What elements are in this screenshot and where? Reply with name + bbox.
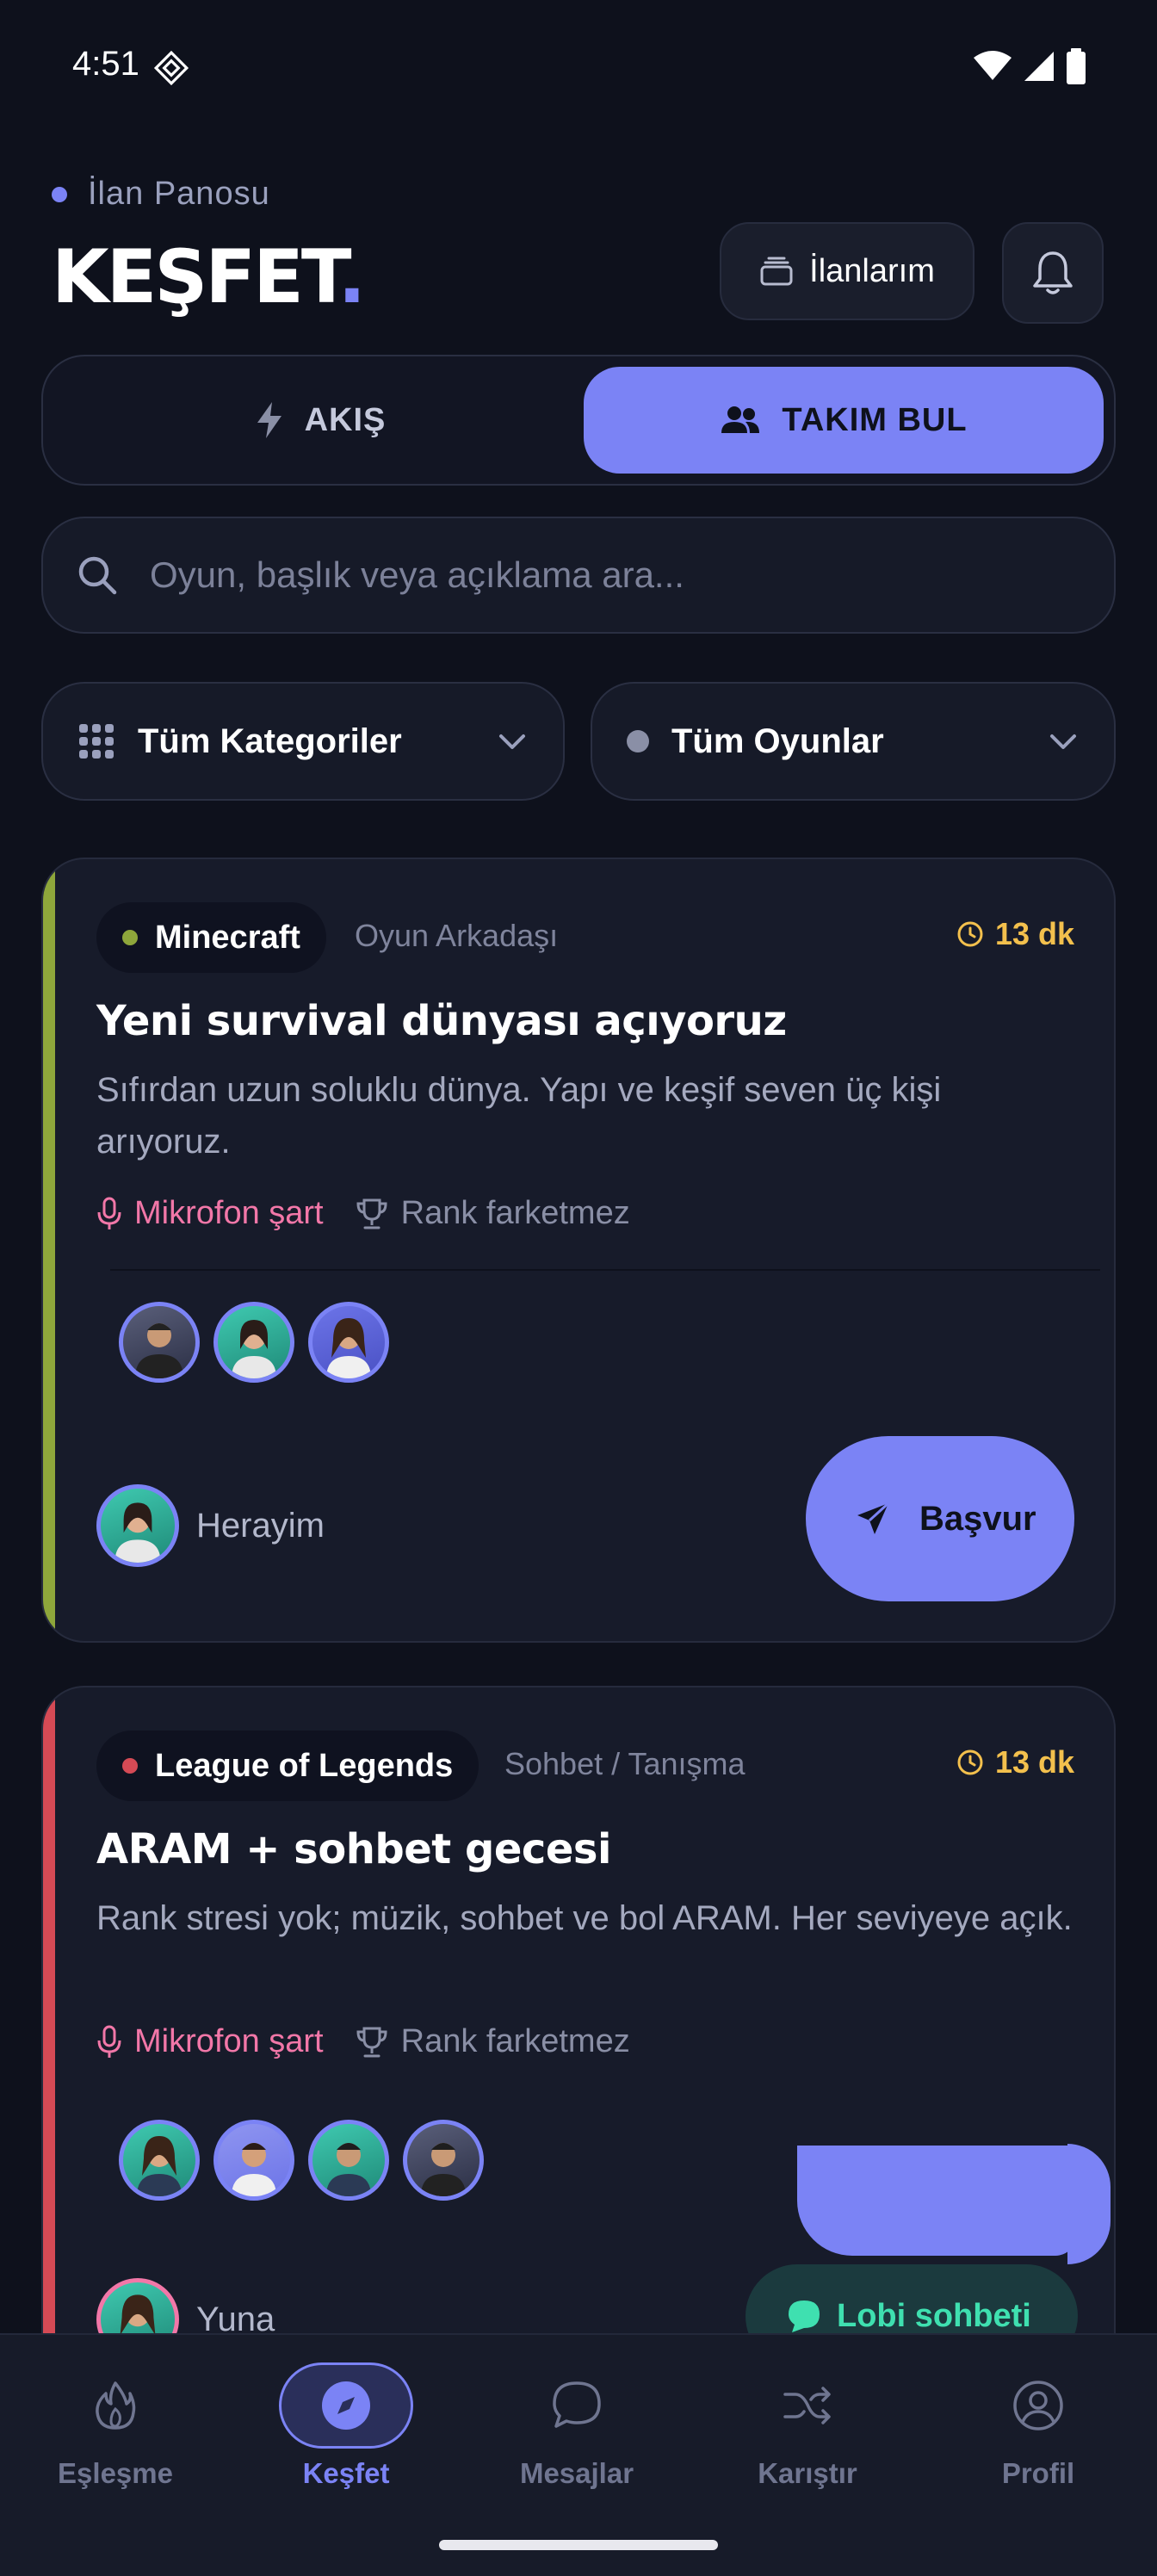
member-avatars	[119, 2120, 484, 2201]
nav-label: Karıştır	[758, 2457, 857, 2489]
category-filter[interactable]: Tüm Kategoriler	[41, 682, 565, 801]
my-listings-button[interactable]: İlanlarım	[720, 222, 974, 320]
member-avatars	[119, 1302, 389, 1383]
listing-type: Sohbet / Tanışma	[504, 1746, 746, 1781]
listing-title: ARAM + sohbet gecesi	[96, 1825, 611, 1873]
stack-icon	[760, 257, 793, 286]
flame-icon	[96, 2381, 136, 2430]
game-dot	[122, 930, 138, 945]
chevron-down-icon	[1050, 734, 1076, 749]
avatar	[119, 1302, 200, 1383]
listing-time: 13 dk	[956, 1744, 1074, 1780]
search-bar	[41, 517, 1116, 634]
listing-title: Yeni survival dünyası açıyoruz	[96, 997, 787, 1045]
view-tabs: AKIŞ TAKIM BUL	[41, 355, 1116, 486]
listing-card[interactable]: League of Legends Sohbet / Tanışma 13 dk…	[41, 1686, 1116, 2392]
tab-takim-label: TAKIM BUL	[782, 401, 968, 438]
status-bar: 4:51	[0, 0, 1157, 129]
listing-tags: Mikrofon şart Rank farketmez	[96, 2023, 630, 2060]
game-filter-label: Tüm Oyunlar	[671, 721, 884, 760]
grid-icon	[79, 724, 114, 759]
nav-mesajlar[interactable]: Mesajlar	[461, 2335, 692, 2524]
game-dot	[122, 1758, 138, 1774]
rank-tag: Rank farketmez	[355, 1195, 630, 1232]
eyebrow-label: İlan Panosu	[88, 176, 270, 212]
game-name: Minecraft	[155, 919, 300, 956]
microphone-icon	[97, 1197, 121, 1229]
avatar	[213, 2120, 294, 2201]
bolt-icon	[257, 402, 282, 438]
avatar	[213, 1302, 294, 1383]
rank-tag: Rank farketmez	[355, 2023, 630, 2060]
category-filter-label: Tüm Kategoriler	[138, 721, 402, 760]
divider	[110, 1269, 1100, 1271]
page-title: KEŞFET.	[52, 234, 366, 320]
listing-type: Oyun Arkadaşı	[355, 918, 559, 953]
game-filter[interactable]: Tüm Oyunlar	[591, 682, 1116, 801]
wifi-icon	[974, 51, 1012, 80]
battery-icon	[1067, 48, 1086, 84]
listing-author[interactable]: Herayim	[96, 1484, 325, 1567]
nav-label: Profil	[1001, 2457, 1075, 2489]
card-accent-stripe	[43, 1687, 55, 2390]
clock-icon	[957, 1749, 983, 1775]
avatar	[308, 2120, 389, 2201]
eyebrow-dot	[52, 186, 67, 202]
team-icon	[721, 406, 760, 433]
signal-icon	[1024, 52, 1054, 81]
notifications-button[interactable]	[1002, 222, 1104, 324]
bell-icon	[1033, 251, 1073, 294]
nav-kesfet[interactable]: Keşfet	[231, 2335, 461, 2524]
clock-icon	[957, 921, 983, 947]
home-indicator[interactable]	[439, 2540, 718, 2550]
tab-akis[interactable]: AKIŞ	[53, 367, 587, 474]
listing-description: Rank stresi yok; müzik, sohbet ve bol AR…	[96, 1899, 1073, 1937]
mic-tag: Mikrofon şart	[96, 1195, 324, 1232]
search-icon	[78, 556, 117, 595]
compass-icon	[322, 2381, 370, 2430]
author-avatar	[96, 1484, 179, 1567]
avatar	[403, 2120, 484, 2201]
game-chip: League of Legends	[96, 1731, 480, 1801]
board-eyebrow: İlan Panosu	[52, 176, 270, 213]
chevron-down-icon	[499, 734, 525, 749]
apply-button[interactable]: Başvur	[806, 1436, 1074, 1601]
status-time: 4:51	[72, 45, 139, 83]
apply-button-partial[interactable]	[797, 2146, 1076, 2256]
game-chip: Minecraft	[96, 902, 326, 973]
microphone-icon	[97, 2025, 121, 2058]
listing-time: 13 dk	[956, 916, 1074, 952]
nav-karistir[interactable]: Karıştır	[692, 2335, 923, 2524]
tab-takim-bul[interactable]: TAKIM BUL	[584, 367, 1104, 474]
listing-tags: Mikrofon şart Rank farketmez	[96, 1195, 630, 1232]
search-input[interactable]	[150, 554, 1011, 596]
user-circle-icon	[1013, 2381, 1063, 2430]
nav-label: Mesajlar	[519, 2457, 634, 2489]
card-accent-stripe	[43, 859, 55, 1641]
shuffle-icon	[783, 2387, 831, 2424]
author-name: Herayim	[196, 1506, 325, 1545]
apply-label: Başvur	[919, 1500, 1036, 1538]
tab-akis-label: AKIŞ	[304, 401, 387, 438]
listing-card[interactable]: Minecraft Oyun Arkadaşı 13 dk Yeni survi…	[41, 858, 1116, 1643]
nav-label: Eşleşme	[58, 2457, 173, 2489]
send-icon	[857, 1502, 890, 1534]
chat-icon	[553, 2381, 601, 2428]
my-listings-label: İlanlarım	[809, 252, 935, 289]
trophy-icon	[356, 2027, 387, 2057]
nav-eslesme[interactable]: Eşleşme	[0, 2335, 231, 2524]
trophy-icon	[356, 1198, 387, 1229]
game-name: League of Legends	[155, 1747, 454, 1784]
game-dot-icon	[627, 730, 649, 752]
nav-label: Keşfet	[302, 2457, 390, 2489]
nav-profil[interactable]: Profil	[923, 2335, 1154, 2524]
chat-bubble-icon	[789, 2300, 820, 2332]
mic-tag: Mikrofon şart	[96, 2023, 324, 2060]
listing-description: Sıfırdan uzun soluklu dünya. Yapı ve keş…	[96, 1071, 942, 1161]
avatar	[308, 1302, 389, 1383]
lobby-chat-label: Lobi sohbeti	[837, 2297, 1031, 2334]
app-notification-icon	[153, 50, 189, 86]
avatar	[119, 2120, 200, 2201]
